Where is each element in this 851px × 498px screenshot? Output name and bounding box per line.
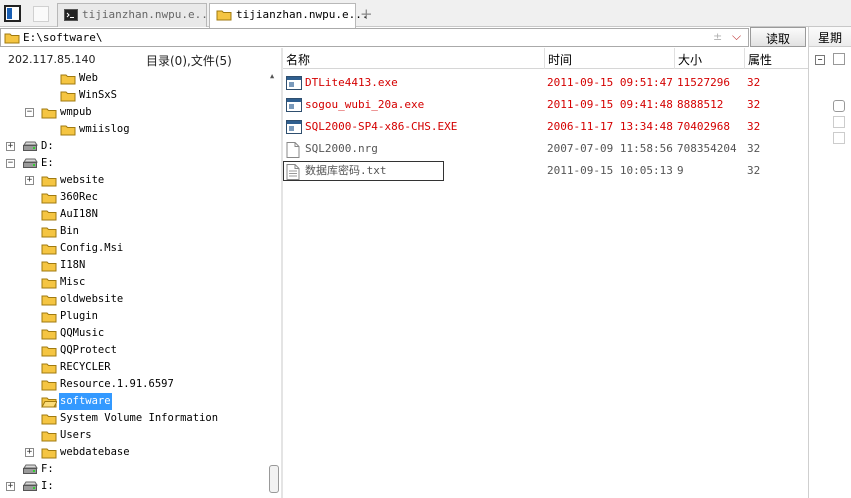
scroll-up-icon[interactable]: ▲	[270, 72, 274, 80]
chevron-down-icon[interactable]: ⌵	[732, 29, 741, 44]
expand-icon[interactable]: +	[25, 176, 34, 185]
tab-folder[interactable]: tijianzhan.nwpu.e...	[209, 3, 368, 28]
file-size: 11527296	[677, 76, 730, 89]
drive-icon	[22, 141, 38, 159]
file-size: 708354204	[677, 142, 737, 155]
scrollbar-thumb[interactable]	[269, 465, 279, 493]
file-attr: 32	[747, 98, 761, 111]
read-button[interactable]: 读取	[750, 27, 806, 47]
drive-icon	[22, 464, 38, 482]
blank-tab-icon[interactable]	[33, 6, 49, 22]
dir-file-count: 目录(0),文件(5)	[146, 54, 232, 68]
expand-icon[interactable]: +	[25, 448, 34, 457]
collapse-icon[interactable]: −	[815, 55, 825, 65]
panel-item-icon[interactable]	[833, 100, 845, 112]
file-row[interactable]: sogou_wubi_20a.exe 2011-09-15 09:41:48 8…	[283, 94, 808, 116]
drive-icon	[22, 481, 38, 498]
app-layout-icon[interactable]	[4, 5, 21, 22]
collapse-icon[interactable]: −	[25, 108, 34, 117]
expand-icon[interactable]: +	[6, 482, 15, 491]
file-size: 8888512	[677, 98, 724, 111]
file-name: 数据库密码.txt	[305, 164, 387, 177]
collapse-icon[interactable]: −	[6, 159, 15, 168]
file-size: 70402968	[677, 120, 730, 133]
panel-item-icon[interactable]	[833, 132, 845, 144]
file-attr: 32	[747, 164, 761, 177]
terminal-icon	[64, 9, 78, 24]
file-time: 2011-09-15 09:51:47	[547, 76, 673, 89]
folder-icon	[216, 8, 232, 24]
tree-scrollbar[interactable]: ▲	[268, 70, 280, 498]
folder-icon	[4, 31, 20, 47]
file-name: DTLite4413.exe	[305, 76, 398, 89]
file-attr: 32	[747, 142, 761, 155]
file-time: 2006-11-17 13:34:48	[547, 120, 673, 133]
address-extra[interactable]: ±	[713, 30, 722, 43]
file-size: 9	[677, 164, 684, 177]
file-row[interactable]: DTLite4413.exe 2011-09-15 09:51:47 11527…	[283, 72, 808, 94]
column-attr[interactable]: 属性	[745, 48, 808, 69]
panel-box-icon[interactable]	[833, 53, 845, 65]
panel-item-icon[interactable]	[833, 116, 845, 128]
folder-icon	[41, 106, 57, 125]
file-time: 2011-09-15 09:41:48	[547, 98, 673, 111]
file-attr: 32	[747, 76, 761, 89]
file-time: 2011-09-15 10:05:13	[547, 164, 673, 177]
file-attr: 32	[747, 120, 761, 133]
address-bar[interactable]: E:\software\ ± ⌵	[0, 28, 749, 47]
column-name[interactable]: 名称	[283, 48, 545, 69]
column-time[interactable]: 时间	[545, 48, 675, 69]
file-row[interactable]: SQL2000.nrg 2007-07-09 11:58:56 70835420…	[283, 138, 808, 160]
right-panel-header: 星期	[809, 27, 851, 47]
tab-terminal[interactable]: tijianzhan.nwpu.e...	[57, 3, 214, 27]
text-file-icon	[286, 164, 300, 188]
column-size[interactable]: 大小	[675, 48, 745, 69]
tab-label: tijianzhan.nwpu.e...	[82, 8, 215, 21]
file-row[interactable]: SQL2000-SP4-x86-CHS.EXE 2006-11-17 13:34…	[283, 116, 808, 138]
file-time: 2007-07-09 11:58:56	[547, 142, 673, 155]
server-ip: 202.117.85.140	[8, 53, 96, 66]
file-row-focused[interactable]: 数据库密码.txt 2011-09-15 10:05:13 9 32	[283, 160, 808, 182]
address-input[interactable]: E:\software\	[23, 31, 102, 44]
file-name: SQL2000.nrg	[305, 142, 378, 155]
drive-icon	[22, 158, 38, 176]
expand-icon[interactable]: +	[6, 142, 15, 151]
file-name: SQL2000-SP4-x86-CHS.EXE	[305, 120, 458, 133]
new-tab-button[interactable]: +	[360, 5, 373, 23]
tab-label: tijianzhan.nwpu.e...	[236, 8, 369, 21]
tab-bar: tijianzhan.nwpu.e... tijianzhan.nwpu.e..…	[0, 0, 851, 28]
right-panel: 星期 −	[808, 27, 851, 498]
folder-icon	[60, 123, 76, 142]
file-name: sogou_wubi_20a.exe	[305, 98, 425, 111]
file-list-header: 名称 时间 大小 属性	[283, 48, 808, 69]
directory-tree: Web WinSxS − wmpub wmiislog + D: − E: + …	[0, 70, 268, 498]
